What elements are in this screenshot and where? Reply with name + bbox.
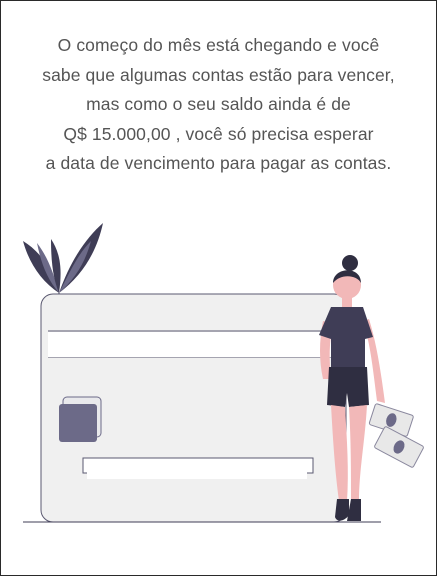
- money-bill-icon: [368, 403, 424, 468]
- screen: O começo do mês está chegando e você sab…: [0, 0, 437, 576]
- credit-card-icon: [40, 293, 347, 523]
- bills-illustration: [23, 223, 424, 523]
- plant-icon: [23, 223, 103, 301]
